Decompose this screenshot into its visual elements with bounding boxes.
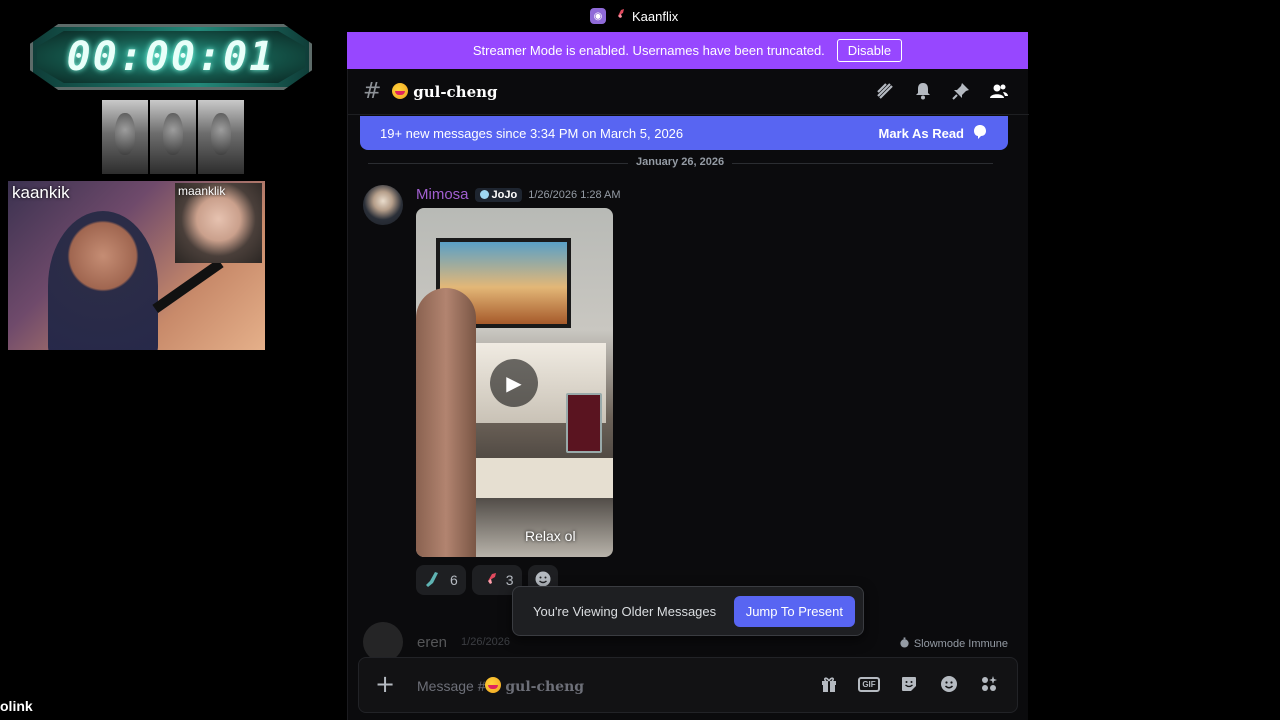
face-image <box>102 100 148 174</box>
face-image <box>198 100 244 174</box>
chat-area: # gul-cheng 19+ new messages since 3:34 … <box>347 69 1029 720</box>
apps-icon[interactable] <box>979 674 999 694</box>
mark-as-read-button[interactable]: Mark As Read <box>879 124 989 143</box>
next-message-timestamp: 1/26/2026 <box>461 636 510 648</box>
new-messages-text: 19+ new messages since 3:34 PM on March … <box>380 125 684 141</box>
streamer-mode-text: Streamer Mode is enabled. Usernames have… <box>472 43 825 58</box>
message-timestamp: 1/26/2026 1:28 AM <box>528 188 621 201</box>
pin-icon[interactable] <box>951 81 971 101</box>
emoji-icon[interactable] <box>939 674 959 694</box>
laughing-emoji-icon <box>485 677 502 693</box>
next-message-author: eren <box>417 633 448 651</box>
upload-plus-icon[interactable]: + <box>373 672 397 697</box>
overlay-bottom-text: olink <box>0 698 33 714</box>
stream-timer: 00:00:01 <box>30 24 312 90</box>
sticker-icon[interactable] <box>899 674 919 694</box>
message-input[interactable]: Message # gul-cheng <box>417 677 584 695</box>
older-messages-toast: You're Viewing Older Messages Jump To Pr… <box>512 586 864 636</box>
reaction-leg[interactable]: 6 <box>416 565 466 595</box>
leg-icon <box>424 571 442 589</box>
timer-text: 00:00:01 <box>66 34 276 80</box>
laughing-emoji-icon <box>392 83 408 99</box>
message-composer[interactable]: + Message # gul-cheng GIF <box>358 657 1018 713</box>
bell-icon[interactable] <box>913 81 933 101</box>
composer-toolbar: GIF <box>819 674 999 694</box>
webcam-secondary: maanklik <box>175 183 262 263</box>
role-tag[interactable]: JoJo <box>474 187 523 202</box>
overlay-faces-strip <box>102 100 244 174</box>
mark-read-icon <box>972 124 988 143</box>
streamer-mode-banner: Streamer Mode is enabled. Usernames have… <box>347 32 1028 69</box>
threads-icon[interactable] <box>875 81 895 101</box>
header-toolbar <box>875 81 1009 101</box>
gif-icon[interactable]: GIF <box>858 674 880 694</box>
message-header: Mimosa JoJo 1/26/2026 1:28 AM <box>416 186 621 203</box>
gift-icon[interactable] <box>819 674 839 694</box>
face-image <box>150 100 196 174</box>
older-messages-text: You're Viewing Older Messages <box>533 603 717 619</box>
video-caption: Relax ol <box>525 528 576 544</box>
video-attachment[interactable]: ▶ Relax ol <box>416 208 613 557</box>
avatar[interactable] <box>363 185 403 225</box>
stopwatch-icon <box>899 637 910 651</box>
webcam-main-label: kaankik <box>12 183 70 202</box>
rocket-icon <box>612 8 626 25</box>
role-icon <box>479 190 489 199</box>
disable-streamer-mode-button[interactable]: Disable <box>836 39 903 62</box>
message-author[interactable]: Mimosa <box>416 186 469 203</box>
play-icon[interactable]: ▶ <box>490 359 538 407</box>
webcam-secondary-label: maanklik <box>178 184 226 198</box>
rocket-icon <box>480 571 498 589</box>
window-title: ◉ Kaanflix <box>590 6 678 26</box>
slowmode-indicator: Slowmode Immune <box>899 637 1008 651</box>
channel-header: # gul-cheng <box>348 69 1029 115</box>
jump-to-present-button[interactable]: Jump To Present <box>733 595 855 627</box>
members-icon[interactable] <box>989 81 1009 101</box>
channel-name: gul-cheng <box>392 83 498 101</box>
window-title-text: Kaanflix <box>632 8 679 24</box>
hash-icon: # <box>363 79 382 104</box>
avatar <box>363 622 403 662</box>
date-divider-text: January 26, 2026 <box>628 156 733 168</box>
new-messages-bar[interactable]: 19+ new messages since 3:34 PM on March … <box>360 116 1008 150</box>
next-message-preview: eren 1/26/2026 <box>363 622 510 662</box>
server-icon: ◉ <box>590 8 606 24</box>
